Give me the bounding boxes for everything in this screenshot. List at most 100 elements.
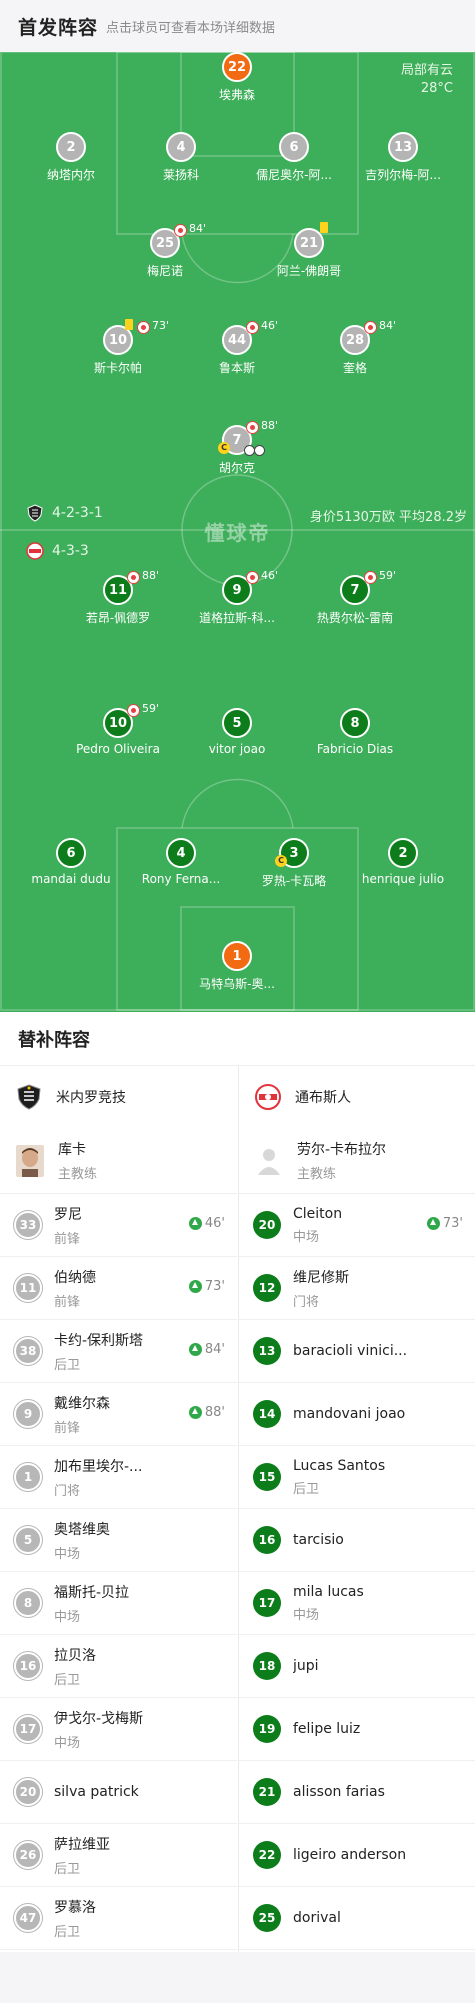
away-player-11[interactable]: 11 88' 若昂-佩德罗 [58, 569, 178, 626]
sub-off-icon [246, 571, 259, 584]
captain-badge: C [218, 442, 230, 454]
sub-player-row[interactable]: 9 戴维尔森 前锋 88' [0, 1383, 237, 1446]
home-player-4[interactable]: 4 莱扬科 [121, 132, 241, 183]
home-player-6[interactable]: 6 儒尼奥尔-阿... [234, 132, 354, 183]
sub-player-number: 26 [14, 1841, 42, 1869]
sub-player-row[interactable]: 16 拉贝洛 后卫 [0, 1635, 237, 1698]
sub-player-row[interactable]: 19 felipe luiz [239, 1698, 475, 1761]
lineup-header: 首发阵容 点击球员可查看本场详细数据 [0, 0, 475, 52]
away-player-3[interactable]: 3 C 罗热-卡瓦略 [234, 838, 354, 889]
away-player-7[interactable]: 7 59' 热费尔松-雷南 [295, 569, 415, 626]
away-player-4[interactable]: 4 Rony Ferna... [121, 838, 241, 886]
away-player-10[interactable]: 10 59' Pedro Oliveira [58, 702, 178, 756]
player-number: 22 [222, 52, 252, 82]
home-player-22[interactable]: 22 埃弗森 [177, 52, 297, 103]
sub-player-name: 伯纳德 [54, 1269, 96, 1286]
player-number: 3 C [275, 838, 309, 868]
sub-player-info: 拉贝洛 后卫 [54, 1645, 96, 1688]
away-player-2[interactable]: 2 henrique julio [343, 838, 463, 886]
sub-player-row[interactable]: 38 卡约-保利斯塔 后卫 84' [0, 1320, 237, 1383]
player-number-text: 10 [108, 715, 128, 731]
home-team-name: 米内罗竞技 [56, 1090, 126, 1106]
sub-player-row[interactable]: 20 Cleiton 中场 73' [239, 1194, 475, 1257]
sub-player-row[interactable]: 16 tarcisio [239, 1509, 475, 1572]
sub-off-minute: 59' [142, 702, 160, 715]
sub-in-minute: 73' [442, 1216, 463, 1231]
subs-title: 替补阵容 [0, 1012, 475, 1066]
away-coach-row[interactable]: 劳尔-卡布拉尔 主教练 [239, 1128, 475, 1194]
sub-player-position: 前锋 [54, 1420, 81, 1436]
sub-player-info: 奥塔维奥 中场 [54, 1519, 110, 1562]
sub-player-row[interactable]: 33 罗尼 前锋 46' [0, 1194, 237, 1257]
sub-in-minute: 46' [204, 1216, 225, 1231]
coach-role: 主教练 [58, 1167, 98, 1182]
sub-player-row[interactable]: 20 silva patrick [0, 1761, 237, 1824]
away-player-1[interactable]: 1 马特乌斯-奥... [177, 941, 297, 992]
sub-player-info: 戴维尔森 前锋 [54, 1393, 110, 1436]
sub-player-row[interactable]: 5 奥塔维奥 中场 [0, 1509, 237, 1572]
sub-off-icon [246, 321, 259, 334]
sub-player-row[interactable]: 47 罗慕洛 后卫 [0, 1887, 237, 1950]
sub-player-row[interactable]: 12 维尼修斯 门将 [239, 1257, 475, 1320]
sub-player-number: 15 [253, 1463, 281, 1491]
sub-player-name: mandovani joao [293, 1406, 406, 1422]
sub-in-time: 73' [426, 1216, 463, 1231]
sub-player-name: 卡约-保利斯塔 [54, 1332, 144, 1349]
sub-player-row[interactable]: 13 baracioli vinici... [239, 1320, 475, 1383]
sub-player-row[interactable]: 17 mila lucas 中场 [239, 1572, 475, 1635]
sub-off-minute: 88' [142, 569, 160, 582]
away-player-8[interactable]: 8 Fabricio Dias [295, 708, 415, 756]
away-player-6[interactable]: 6 mandai dudu [11, 838, 131, 886]
sub-player-info: 维尼修斯 门将 [293, 1267, 349, 1310]
sub-player-name: silva patrick [54, 1784, 139, 1800]
away-player-5[interactable]: 5 vitor joao [177, 708, 297, 756]
away-player-9[interactable]: 9 46' 道格拉斯-科... [177, 569, 297, 626]
sub-player-name: alisson farias [293, 1784, 385, 1800]
sub-player-position: 前锋 [54, 1294, 81, 1310]
sub-player-row[interactable]: 11 伯纳德 前锋 73' [0, 1257, 237, 1320]
sub-player-row[interactable]: 22 ligeiro anderson [239, 1824, 475, 1887]
sub-player-row[interactable]: 8 福斯托-贝拉 中场 [0, 1572, 237, 1635]
sub-player-name: jupi [293, 1658, 319, 1674]
home-player-2[interactable]: 2 纳塔内尔 [11, 132, 131, 183]
player-number: 2 [388, 838, 418, 868]
player-number-text: 9 [232, 582, 242, 598]
weather-desc: 局部有云 [400, 63, 453, 78]
home-team-row[interactable]: 米内罗竞技 [0, 1066, 237, 1128]
player-number: 11 88' [103, 569, 159, 605]
home-player-44[interactable]: 44 46' 鲁本斯 [177, 319, 297, 376]
home-coach-row[interactable]: 库卡 主教练 [0, 1128, 237, 1194]
home-player-13[interactable]: 13 吉列尔梅-阿... [343, 132, 463, 183]
home-player-7[interactable]: 7 88' C 胡尔克 [177, 419, 297, 476]
sub-player-name: 福斯托-贝拉 [54, 1584, 130, 1601]
sub-player-name: 罗慕洛 [54, 1899, 96, 1916]
sub-player-name: tarcisio [293, 1532, 344, 1548]
home-player-10[interactable]: 10 73' 斯卡尔帕 [58, 319, 178, 376]
pitch: 局部有云 28°C 22 埃弗森 2 纳塔内尔 4 莱扬科 6 儒尼奥尔-阿..… [0, 52, 475, 1012]
home-player-28[interactable]: 28 84' 奎格 [295, 319, 415, 376]
sub-player-info: 萨拉维亚 后卫 [54, 1834, 110, 1877]
sub-player-number: 47 [14, 1904, 42, 1932]
sub-player-row[interactable]: 18 jupi [239, 1635, 475, 1698]
sub-player-row[interactable]: 1 加布里埃尔-... 门将 [0, 1446, 237, 1509]
home-player-25[interactable]: 25 84' 梅尼诺 [105, 222, 225, 279]
sub-player-number: 11 [14, 1274, 42, 1302]
sub-player-row[interactable]: 21 alisson farias [239, 1761, 475, 1824]
player-number: 13 [388, 132, 418, 162]
sub-player-name: 罗尼 [54, 1206, 82, 1223]
home-player-21[interactable]: 21 阿兰-佛朗哥 [249, 222, 369, 279]
sub-player-row[interactable]: 15 Lucas Santos 后卫 [239, 1446, 475, 1509]
sub-player-row[interactable]: 25 dorival [239, 1887, 475, 1950]
sub-player-info: 伊戈尔-戈梅斯 中场 [54, 1708, 143, 1751]
sub-player-row[interactable]: 26 萨拉维亚 后卫 [0, 1824, 237, 1887]
sub-player-row[interactable]: 14 mandovani joao [239, 1383, 475, 1446]
sub-player-name: 戴维尔森 [54, 1395, 110, 1412]
sub-player-row[interactable]: 17 伊戈尔-戈梅斯 中场 [0, 1698, 237, 1761]
player-number: 44 46' [222, 319, 278, 355]
player-number-text: 7 [350, 582, 360, 598]
sub-player-number: 16 [14, 1652, 42, 1680]
away-team-row[interactable]: 通布斯人 [239, 1066, 475, 1128]
player-name: 纳塔内尔 [46, 168, 95, 182]
sub-player-number: 33 [14, 1211, 42, 1239]
sub-player-number: 20 [14, 1778, 42, 1806]
